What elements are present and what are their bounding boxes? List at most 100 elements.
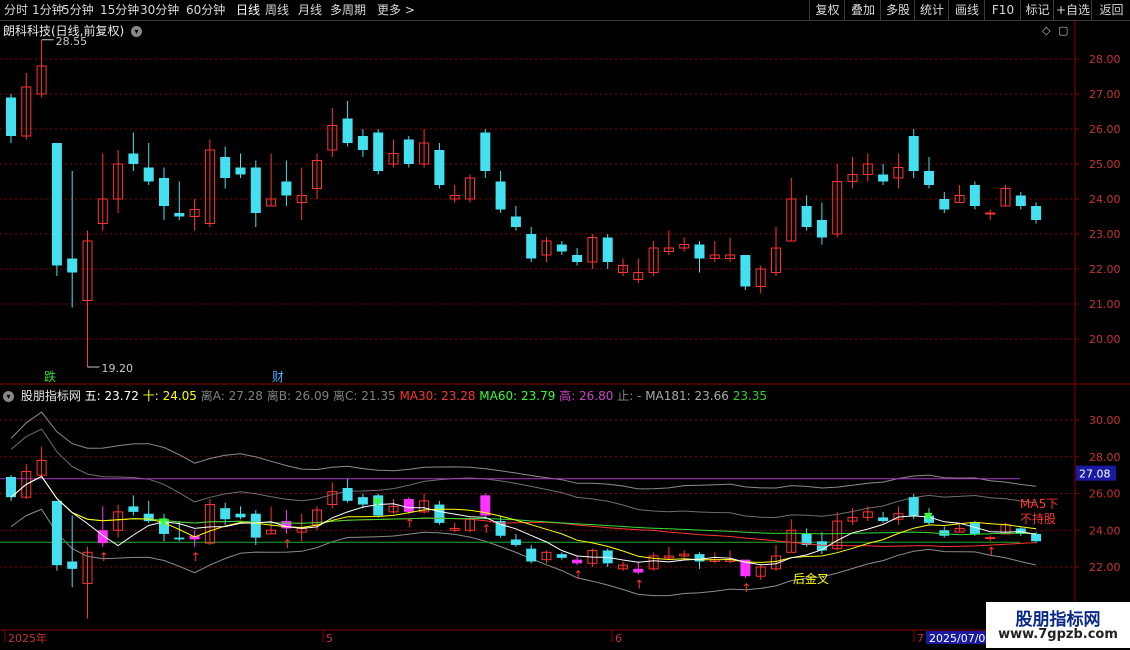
- time-label: 5: [326, 632, 333, 645]
- buy-arrow-icon: ↑: [191, 550, 201, 564]
- candle-body: [510, 216, 521, 227]
- buy-arrow-icon: ↑: [99, 550, 109, 564]
- time-label: 7: [917, 632, 924, 645]
- candle-body: [801, 206, 812, 227]
- ind-candle-body: [235, 513, 246, 518]
- marker-cai: 财: [272, 370, 284, 384]
- candle-body: [694, 244, 705, 259]
- ind-candle-body: [250, 513, 261, 538]
- ind-candle-body: [878, 517, 889, 522]
- candle-body: [6, 97, 16, 136]
- candle-body: [556, 244, 567, 252]
- sell-arrow-icon: ▼: [159, 516, 168, 529]
- y-tick-label: 30.00: [1089, 414, 1121, 427]
- ind-candle-body: [1031, 533, 1042, 542]
- ind-candle-body: [510, 539, 521, 545]
- high-marker: 28.55: [56, 35, 88, 48]
- ma30-line: [10, 475, 1037, 548]
- annotation-ma5: MA5下: [1020, 497, 1058, 511]
- candle-body: [969, 185, 980, 206]
- price-tag: 27.08: [1079, 468, 1111, 481]
- ind-candle-body: [342, 487, 353, 501]
- candle-body: [1015, 195, 1026, 206]
- sell-arrow-icon: ▼: [373, 496, 382, 509]
- ind-candle-body: [357, 497, 368, 505]
- y-tick-label: 20.00: [1089, 333, 1121, 346]
- price-chart: 28.00 27.00 26.00 25.00 24.00 23.00 22.00 21.00…: [0, 20, 1130, 645]
- ind-candle-body: [220, 508, 231, 520]
- y-tick-label: 22.00: [1089, 263, 1121, 276]
- ind-candle-body: [816, 541, 827, 551]
- watermark-url: www.7gpzb.com: [998, 627, 1118, 642]
- ind-candle-body: [67, 561, 78, 569]
- candle-body: [357, 136, 368, 150]
- ind-candle-body: [526, 548, 537, 562]
- buy-arrow-icon: ↑: [741, 581, 751, 595]
- y-tick-label: 24.00: [1089, 524, 1121, 537]
- buy-arrow-icon: ↑: [634, 577, 644, 591]
- candle-body: [373, 132, 384, 171]
- y-tick-label: 26.00: [1089, 488, 1121, 501]
- candle-body: [924, 171, 934, 185]
- candle-body: [51, 143, 62, 266]
- candle-body: [1031, 206, 1042, 220]
- ind-candle-body: [556, 554, 567, 558]
- ind-candle-body: [985, 537, 996, 540]
- candle-body: [174, 213, 185, 217]
- window-icon: ▢: [1058, 24, 1068, 37]
- candle-body: [908, 136, 919, 171]
- candle-body: [434, 150, 445, 185]
- candle-body: [985, 212, 996, 215]
- candle-body: [220, 157, 231, 178]
- y-tick-label: 27.00: [1089, 88, 1121, 101]
- band-mid-line: [10, 428, 1037, 519]
- y-tick-label: 21.00: [1089, 298, 1121, 311]
- y-tick-label: 24.00: [1089, 193, 1121, 206]
- candle-body: [939, 199, 950, 210]
- candle-body: [159, 178, 169, 206]
- ind-candle-body: [572, 559, 583, 564]
- time-label: 6: [615, 632, 622, 645]
- time-label: 2025年: [8, 631, 47, 645]
- ind-candle-body: [434, 504, 445, 523]
- candle-body: [495, 181, 506, 210]
- candle-body: [250, 167, 261, 213]
- candle-body: [235, 167, 246, 175]
- low-marker: 19.20: [102, 362, 134, 375]
- candle-body: [143, 167, 154, 182]
- ind-candle-body: [633, 568, 644, 573]
- annotation-golden: 后金叉: [793, 571, 829, 586]
- ind-candle-body: [174, 537, 185, 540]
- y-tick-label: 26.00: [1089, 123, 1121, 136]
- ind-candle-body: [694, 554, 705, 562]
- buy-arrow-icon: ↑: [405, 517, 415, 531]
- ind-candle-body: [189, 535, 200, 540]
- candle-body: [342, 118, 353, 143]
- band-upper-line: [10, 411, 1037, 490]
- y-tick-label: 28.00: [1089, 451, 1121, 464]
- candle-body: [878, 174, 889, 182]
- watermark-logo: 股朋指标网 www.7gpzb.com: [986, 602, 1130, 648]
- y-tick-label: 23.00: [1089, 228, 1121, 241]
- candle-body: [403, 139, 414, 164]
- ind-candle-body: [403, 499, 414, 512]
- y-tick-label: 22.00: [1089, 561, 1121, 574]
- marker-die: 跌: [44, 369, 56, 384]
- candle-body: [480, 132, 491, 171]
- sell-arrow-icon: ▼: [924, 510, 933, 523]
- candle-body: [816, 220, 827, 238]
- ind-candle-body: [51, 500, 62, 566]
- candle-body: [572, 255, 583, 262]
- buy-arrow-icon: ↑: [481, 522, 491, 536]
- candle-body: [740, 255, 751, 287]
- buy-arrow-icon: ↑: [986, 544, 996, 558]
- buy-arrow-icon: ↑: [573, 568, 583, 582]
- candle-body: [602, 237, 613, 262]
- y-tick-label: 25.00: [1089, 158, 1121, 171]
- diamond-icon: ◇: [1042, 24, 1051, 37]
- candle-body: [526, 234, 537, 259]
- ind-candle-body: [908, 497, 919, 516]
- candle-body: [67, 258, 78, 273]
- annotation-hold: 不持股: [1020, 511, 1056, 526]
- candle-body: [281, 181, 292, 196]
